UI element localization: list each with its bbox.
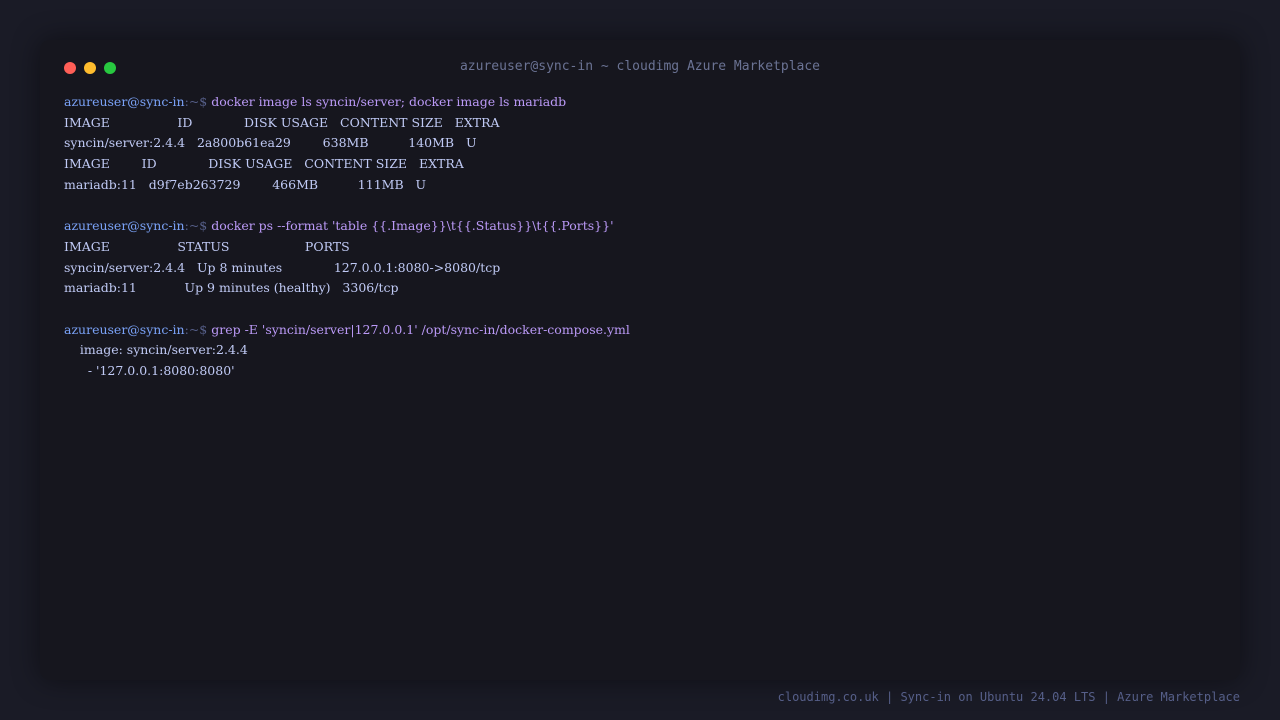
terminal-window: azureuser@sync-in ~ cloudimg Azure Marke… bbox=[40, 40, 1240, 680]
output-line: syncin/server:2.4.4 Up 8 minutes 127.0.0… bbox=[64, 259, 501, 275]
command-text: docker image ls syncin/server; docker im… bbox=[211, 94, 567, 109]
prompt-line: azureuser@sync-in:~$ grep -E 'syncin/ser… bbox=[64, 320, 1216, 341]
prompt-line: azureuser@sync-in:~$ docker image ls syn… bbox=[64, 92, 1216, 113]
footer-caption: cloudimg.co.uk | Sync-in on Ubuntu 24.04… bbox=[777, 690, 1240, 704]
title-bar: azureuser@sync-in ~ cloudimg Azure Marke… bbox=[40, 40, 1240, 96]
output-line: IMAGE ID DISK USAGE CONTENT SIZE EXTRA bbox=[64, 156, 464, 172]
output-line: mariadb:11 d9f7eb263729 466MB 111MB U bbox=[64, 176, 427, 192]
window-title: azureuser@sync-in ~ cloudimg Azure Marke… bbox=[459, 59, 821, 74]
output-line: - '127.0.0.1:8080:8080' bbox=[64, 362, 235, 378]
prompt-path: :~$ bbox=[184, 94, 212, 109]
prompt-line: azureuser@sync-in:~$ docker ps --format … bbox=[64, 216, 1216, 237]
prompt-path: :~$ bbox=[184, 218, 212, 234]
prompt-user: azureuser@sync-in bbox=[64, 218, 185, 234]
prompt-user: azureuser@sync-in bbox=[64, 94, 185, 109]
terminal-output[interactable]: azureuser@sync-in:~$ docker image ls syn… bbox=[64, 92, 1216, 382]
output-line: IMAGE ID DISK USAGE CONTENT SIZE EXTRA bbox=[64, 114, 500, 130]
output-line: IMAGE STATUS PORTS bbox=[64, 238, 350, 254]
command-text: grep -E 'syncin/server|127.0.0.1' /opt/s… bbox=[211, 321, 630, 337]
output-line: syncin/server:2.4.4 2a800b61ea29 638MB 1… bbox=[64, 135, 477, 151]
output-line: image: syncin/server:2.4.4 bbox=[64, 342, 248, 358]
prompt-path: :~$ bbox=[184, 321, 212, 337]
output-line: mariadb:11 Up 9 minutes (healthy) 3306/t… bbox=[64, 280, 399, 296]
command-text: docker ps --format 'table {{.Image}}\t{{… bbox=[211, 218, 614, 234]
prompt-user: azureuser@sync-in bbox=[64, 321, 185, 337]
